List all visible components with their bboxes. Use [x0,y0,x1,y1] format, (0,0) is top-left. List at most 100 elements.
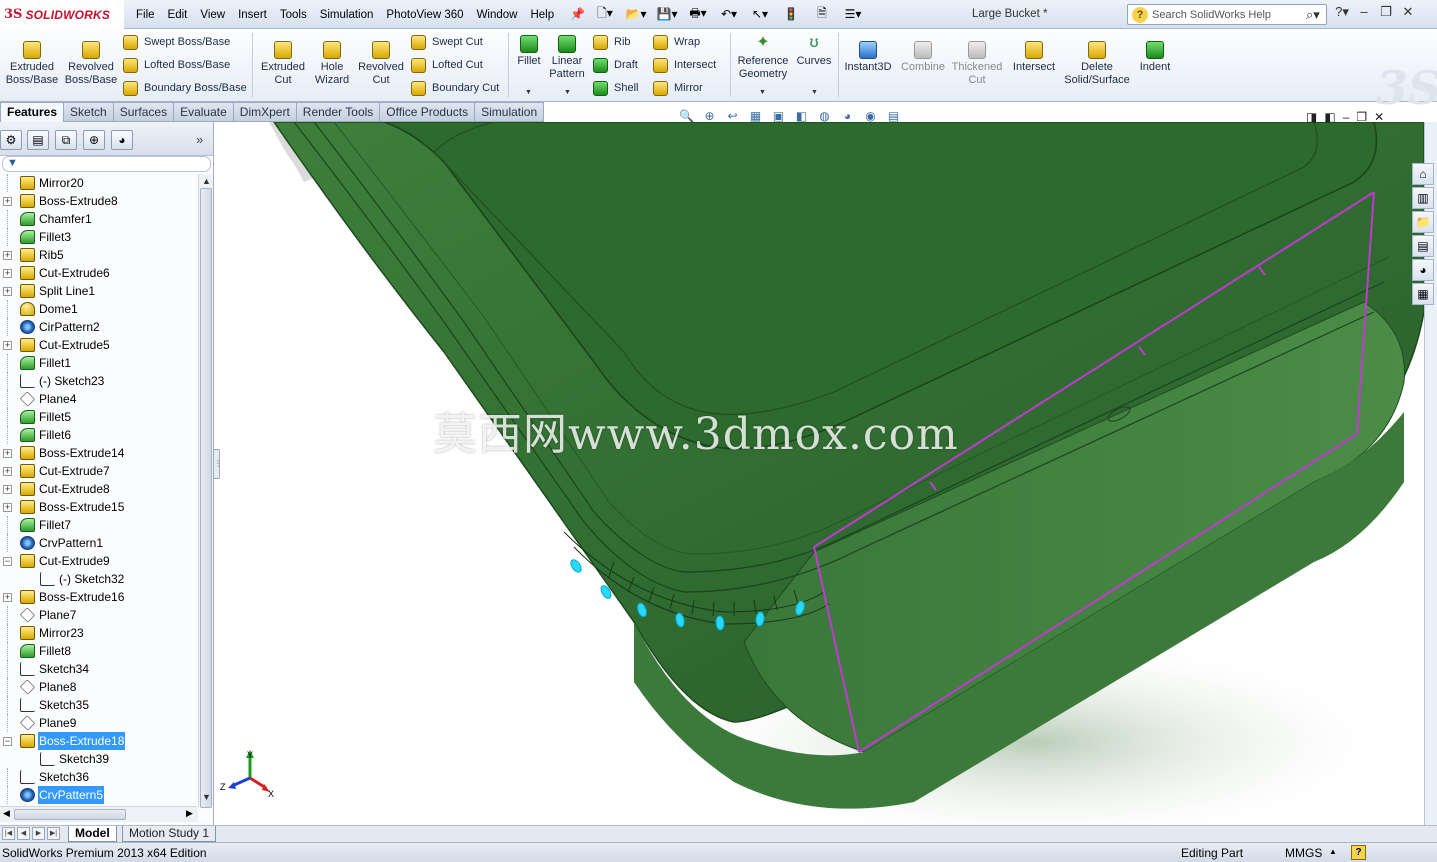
swept-cut-button[interactable]: Swept Cut [411,33,483,51]
expand-icon[interactable]: + [3,485,12,494]
feature-tree-item[interactable]: Fillet5 [0,408,198,426]
collapse-icon[interactable]: − [3,557,12,566]
first-tab-icon[interactable]: |◀ [2,827,15,840]
previous-view-icon[interactable]: ↩ [724,108,741,124]
feature-tree-item[interactable]: Fillet1 [0,354,198,372]
save-icon[interactable]: 💾▾ [654,4,680,24]
feature-tree-item[interactable]: + Boss-Extrude14 [0,444,198,462]
tab-render-tools[interactable]: Render Tools [296,102,381,122]
graphics-area[interactable] [214,122,1424,825]
viewport-layout-icon[interactable]: ◨ [1306,110,1317,124]
feature-tree-item[interactable]: + Cut-Extrude7 [0,462,198,480]
help-search-box[interactable]: ? Search SolidWorks Help ⌕▾ [1127,4,1327,25]
tab-surfaces[interactable]: Surfaces [113,102,175,122]
menu-insert[interactable]: Insert [238,9,267,21]
fillet-button[interactable]: Fillet [512,35,546,68]
feature-tree-item[interactable]: Plane8 [0,678,198,696]
linear-pattern-button[interactable]: Linear Pattern [547,35,587,81]
tab-dimxpert[interactable]: DimXpert [233,102,297,122]
help-dropdown-icon[interactable]: ?▾ [1333,4,1351,20]
viewport-restore-icon[interactable]: ❐ [1356,110,1367,124]
shell-button[interactable]: Shell [593,79,638,97]
feature-tree-item[interactable]: Fillet6 [0,426,198,444]
feature-tree-item[interactable]: Sketch35 [0,696,198,714]
chevron-right-icon[interactable]: » [196,132,203,147]
curves-dropdown-icon[interactable]: ▼ [811,89,818,96]
feature-tree-item[interactable]: Fillet7 [0,516,198,534]
expand-icon[interactable]: + [3,341,12,350]
fillet-dropdown-icon[interactable]: ▼ [525,89,532,96]
feature-tree-item[interactable]: CrvPattern5 [0,786,198,804]
feature-tree-item[interactable]: Sketch36 [0,768,198,786]
feature-tree-item[interactable]: − Boss-Extrude18 [0,732,198,750]
feature-tree-item[interactable]: (-) Sketch23 [0,372,198,390]
menu-file[interactable]: File [136,9,155,21]
boundary-boss-button[interactable]: Boundary Boss/Base [123,79,247,97]
menu-tools[interactable]: Tools [280,9,307,21]
indent-button[interactable]: Indent [1134,41,1176,74]
scrollbar-thumb[interactable] [200,188,212,808]
scroll-right-icon[interactable]: ▶ [186,808,193,819]
feature-tree-item[interactable]: + Cut-Extrude6 [0,264,198,282]
feature-tree-item[interactable]: + Cut-Extrude5 [0,336,198,354]
new-document-icon[interactable]: 🗋▾ [592,4,618,24]
intersect-small-button[interactable]: Intersect [653,56,716,74]
quick-tips-help-icon[interactable]: ? [1351,845,1366,860]
custom-properties-icon[interactable]: ▦ [1412,283,1434,305]
hole-wizard-button[interactable]: Hole Wizard [311,41,353,87]
reference-geometry-dropdown-icon[interactable]: ▼ [759,89,766,96]
swept-boss-button[interactable]: Swept Boss/Base [123,33,230,51]
intersect-button[interactable]: Intersect [1008,41,1060,74]
design-library-icon[interactable]: ▥ [1412,187,1434,209]
expand-icon[interactable]: + [3,503,12,512]
feature-filter-input[interactable]: ▼ [2,156,211,172]
display-style-icon[interactable]: ◧ [793,108,810,124]
feature-tree-item[interactable]: Plane4 [0,390,198,408]
unit-system-selector[interactable]: MMGS [1285,846,1322,860]
hide-show-items-icon[interactable]: ◍ [816,108,833,124]
menu-simulation[interactable]: Simulation [320,9,374,21]
viewport-close-icon[interactable]: ✕ [1374,110,1384,124]
scroll-left-icon[interactable]: ◀ [3,808,10,819]
configuration-manager-tab-icon[interactable]: ⧉ [55,130,77,150]
feature-tree-item[interactable]: CirPattern2 [0,318,198,336]
collapse-icon[interactable]: − [3,737,12,746]
display-manager-tab-icon[interactable]: ◕ [111,130,133,150]
view-settings-icon[interactable]: ▤ [885,108,902,124]
panel-splitter-handle[interactable]: ⋮ [213,449,222,479]
feature-tree-item[interactable]: CrvPattern1 [0,534,198,552]
lofted-cut-button[interactable]: Lofted Cut [411,56,483,74]
feature-tree-item[interactable]: Sketch39 [0,750,198,768]
expand-icon[interactable]: + [3,197,12,206]
file-properties-icon[interactable]: 🗎 [809,4,835,24]
draft-button[interactable]: Draft [593,56,638,74]
feature-tree-item[interactable]: Fillet8 [0,642,198,660]
feature-tree-item[interactable]: + Rib5 [0,246,198,264]
previous-tab-icon[interactable]: ◀ [17,827,30,840]
delete-solid-surface-button[interactable]: Delete Solid/Surface [1062,41,1132,87]
feature-tree-item[interactable]: + Cut-Extrude8 [0,480,198,498]
print-icon[interactable]: 🖶▾ [685,4,711,24]
dimxpert-manager-tab-icon[interactable]: ⊕ [83,130,105,150]
apply-scene-icon[interactable]: ◉ [862,108,879,124]
feature-tree-item[interactable]: Sketch34 [0,660,198,678]
search-icon[interactable]: ⌕▾ [1306,7,1326,23]
curves-button[interactable]: ʊ Curves [795,35,833,68]
feature-tree-item[interactable]: Plane7 [0,606,198,624]
feature-manager-tab-icon[interactable]: ⚙ [0,130,22,150]
file-explorer-icon[interactable]: 📁 [1412,211,1434,233]
menu-photoview[interactable]: PhotoView 360 [386,9,463,21]
expand-icon[interactable]: + [3,251,12,260]
edit-appearance-icon[interactable]: ◕ [839,108,856,124]
feature-tree-item[interactable]: Chamfer1 [0,210,198,228]
menu-window[interactable]: Window [477,9,518,21]
viewport-minimize-icon[interactable]: – [1343,110,1350,124]
mirror-button[interactable]: Mirror [653,79,703,97]
horizontal-scrollbar-thumb[interactable] [14,809,126,820]
feature-tree-item[interactable]: Dome1 [0,300,198,318]
combine-button[interactable]: Combine [898,41,948,74]
solidworks-resources-icon[interactable]: ⌂ [1412,163,1434,185]
bucket-model[interactable] [214,122,1424,825]
feature-tree-vertical-scrollbar[interactable]: ▲ ▼ [198,174,213,808]
feature-tree-horizontal-scrollbar[interactable]: ◀ ▶ [0,806,198,822]
